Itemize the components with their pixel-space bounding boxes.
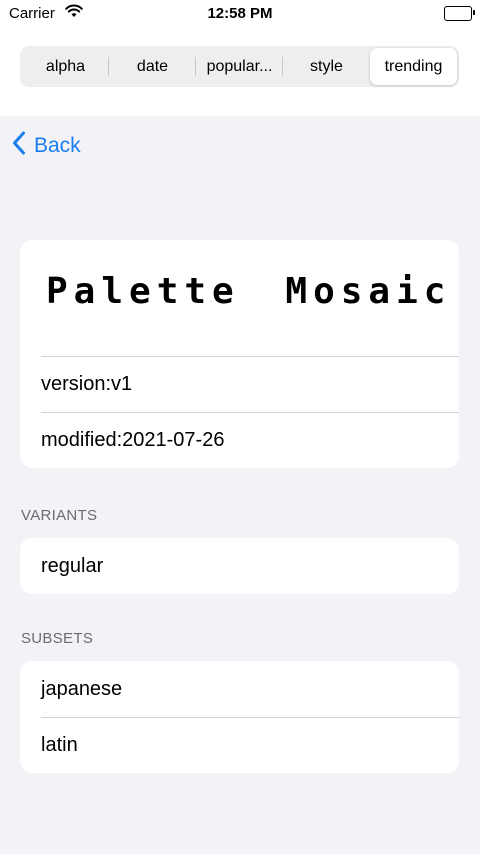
tab-date[interactable]: date bbox=[109, 48, 196, 85]
font-name-preview: Palette Mosaic bbox=[46, 270, 452, 312]
sort-segmented-control: alpha date popular... style trending bbox=[20, 46, 459, 87]
variants-card: regular bbox=[20, 538, 459, 594]
clock: 12:58 PM bbox=[207, 5, 273, 22]
subset-item-japanese[interactable]: japanese bbox=[20, 661, 459, 717]
version-row: version:v1 bbox=[20, 356, 459, 412]
subsets-card: japanese latin bbox=[20, 661, 459, 773]
variant-item-regular[interactable]: regular bbox=[20, 538, 459, 594]
tab-popularity[interactable]: popular... bbox=[196, 48, 283, 85]
variants-header: VARIANTS bbox=[21, 507, 98, 524]
back-label: Back bbox=[34, 134, 81, 157]
tab-style[interactable]: style bbox=[283, 48, 370, 85]
subset-item-latin[interactable]: latin bbox=[20, 717, 459, 773]
status-bar: Carrier 12:58 PM bbox=[0, 0, 480, 30]
back-button[interactable]: Back bbox=[12, 131, 81, 161]
subsets-header: SUBSETS bbox=[21, 630, 94, 647]
font-info-card: Palette Mosaic version:v1 modified:2021-… bbox=[20, 240, 459, 468]
tab-trending[interactable]: trending bbox=[370, 48, 457, 85]
chevron-left-icon bbox=[12, 131, 34, 161]
battery-icon bbox=[444, 6, 475, 21]
modified-row: modified:2021-07-26 bbox=[20, 412, 459, 468]
sort-toolbar: alpha date popular... style trending bbox=[0, 30, 480, 116]
tab-alpha[interactable]: alpha bbox=[22, 48, 109, 85]
